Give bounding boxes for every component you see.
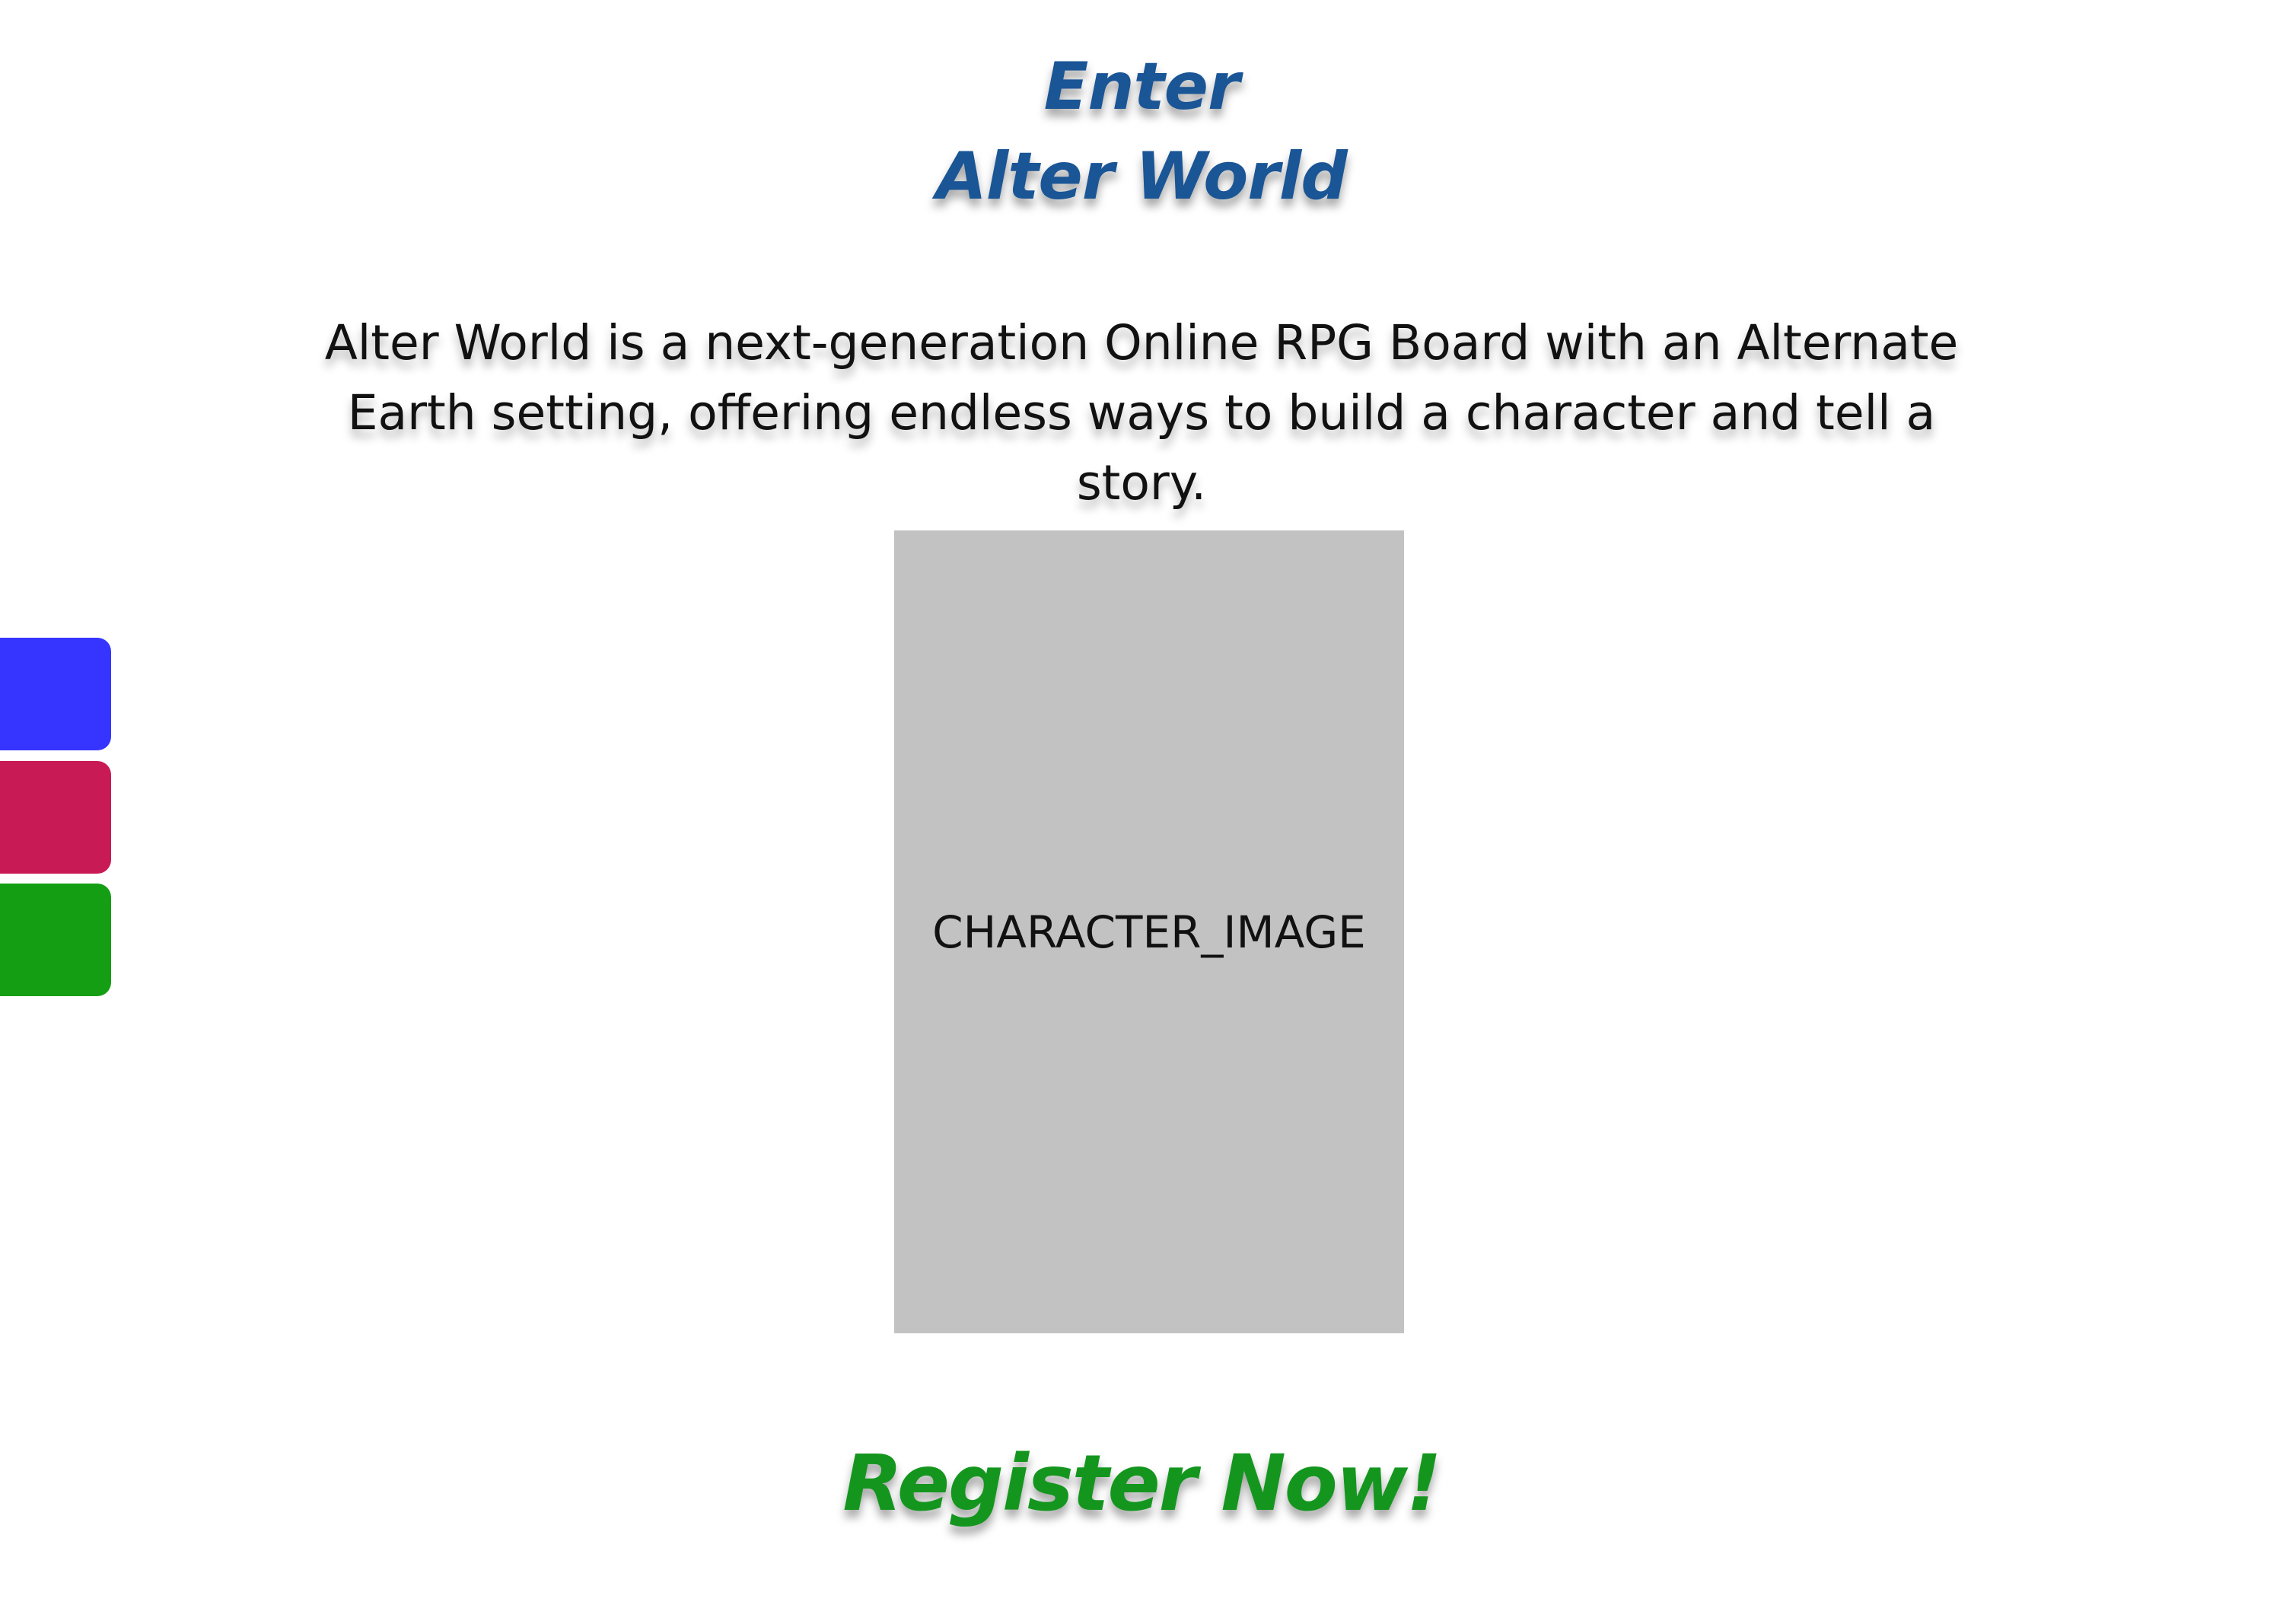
theme-swatch-green[interactable] bbox=[0, 884, 111, 996]
title-line-enter: Enter bbox=[1043, 49, 1240, 125]
title-line-alter-world: Alter World bbox=[936, 139, 1348, 215]
theme-swatch-blue[interactable] bbox=[0, 638, 111, 750]
page-title: Enter Alter World bbox=[0, 42, 2283, 221]
register-section: Register Now! bbox=[0, 1438, 2283, 1529]
character-image-placeholder: CHARACTER_IMAGE bbox=[894, 530, 1404, 1333]
intro-description: Alter World is a next-generation Online … bbox=[324, 315, 1959, 511]
theme-swatch-crimson[interactable] bbox=[0, 761, 111, 874]
register-now-link[interactable]: Register Now! bbox=[842, 1438, 1441, 1529]
character-image-label: CHARACTER_IMAGE bbox=[932, 906, 1366, 958]
